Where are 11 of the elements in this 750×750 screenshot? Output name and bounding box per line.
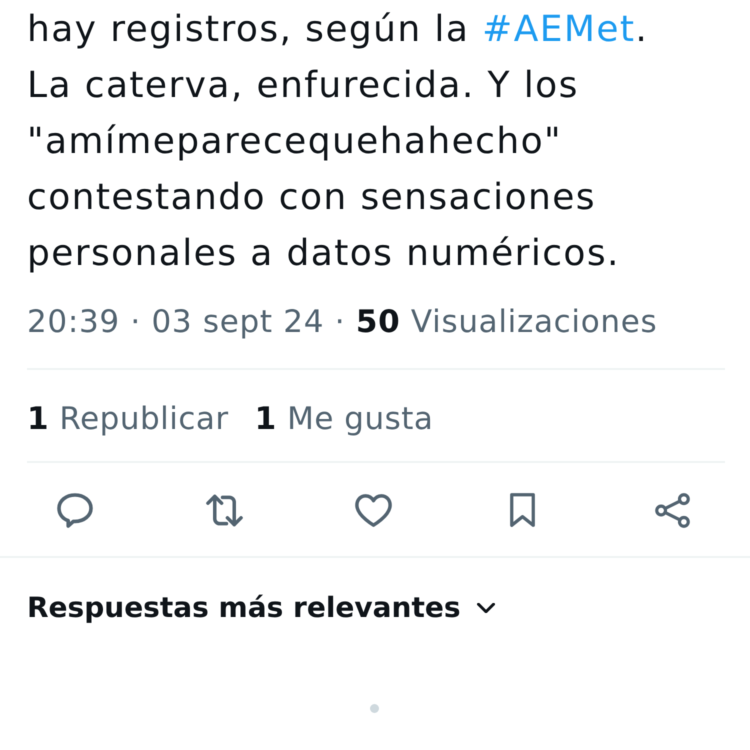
repost-count-link[interactable]: 1 Republicar xyxy=(27,399,229,439)
heart-icon[interactable] xyxy=(355,492,392,528)
tweet-meta: 20:39 · 03 sept 24 · 50 Visualizaciones xyxy=(27,303,658,342)
sort-menu-button[interactable]: Respuestas más relevantes xyxy=(27,588,495,628)
share-icon[interactable] xyxy=(654,492,690,528)
loading-dot-icon xyxy=(370,704,378,713)
looped-arrows-icon[interactable] xyxy=(206,492,243,528)
chevron-down-icon xyxy=(476,603,495,613)
tweet-text: hay registros, según la #AEMet. La caterva, enfurecida. Y los "amímeparecequehahecho" contestando con sensaciones personales a datos numéricos. xyxy=(26,8,650,276)
like-count-link[interactable]: 1 Me gusta xyxy=(254,399,434,439)
speech-bubble-icon[interactable] xyxy=(56,492,94,528)
